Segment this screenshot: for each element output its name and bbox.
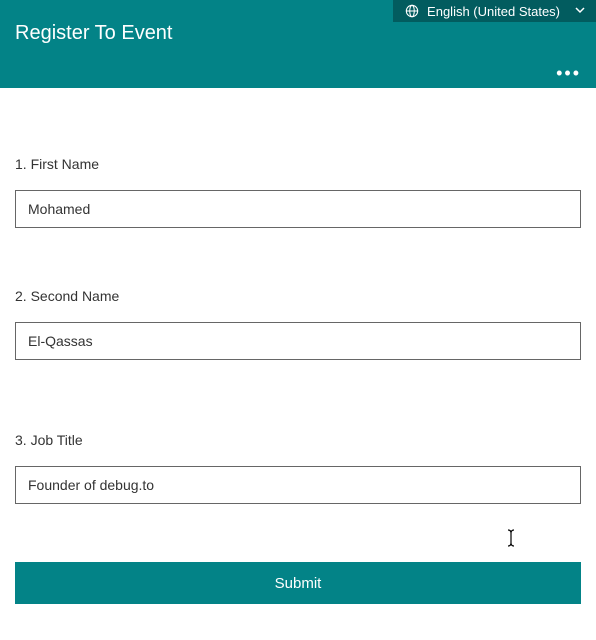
field-label: 1. First Name xyxy=(15,156,581,172)
second-name-input[interactable] xyxy=(15,322,581,360)
globe-icon xyxy=(405,4,419,18)
ellipsis-icon: ••• xyxy=(556,63,581,83)
form-header: English (United States) Register To Even… xyxy=(0,0,596,88)
language-selector[interactable]: English (United States) xyxy=(393,0,596,22)
submit-button[interactable]: Submit xyxy=(15,562,581,604)
field-label: 2. Second Name xyxy=(15,288,581,304)
language-label: English (United States) xyxy=(427,4,560,19)
field-second-name: 2. Second Name xyxy=(15,288,581,360)
field-label: 3. Job Title xyxy=(15,432,581,448)
form-body: 1. First Name 2. Second Name 3. Job Titl… xyxy=(0,88,596,504)
submit-area: Submit xyxy=(0,562,596,604)
field-job-title: 3. Job Title xyxy=(15,432,581,504)
field-first-name: 1. First Name xyxy=(15,156,581,228)
more-options-button[interactable]: ••• xyxy=(556,64,581,82)
first-name-input[interactable] xyxy=(15,190,581,228)
job-title-input[interactable] xyxy=(15,466,581,504)
text-cursor-icon xyxy=(503,528,519,548)
page-title: Register To Event xyxy=(15,22,173,45)
chevron-down-icon xyxy=(574,4,586,19)
